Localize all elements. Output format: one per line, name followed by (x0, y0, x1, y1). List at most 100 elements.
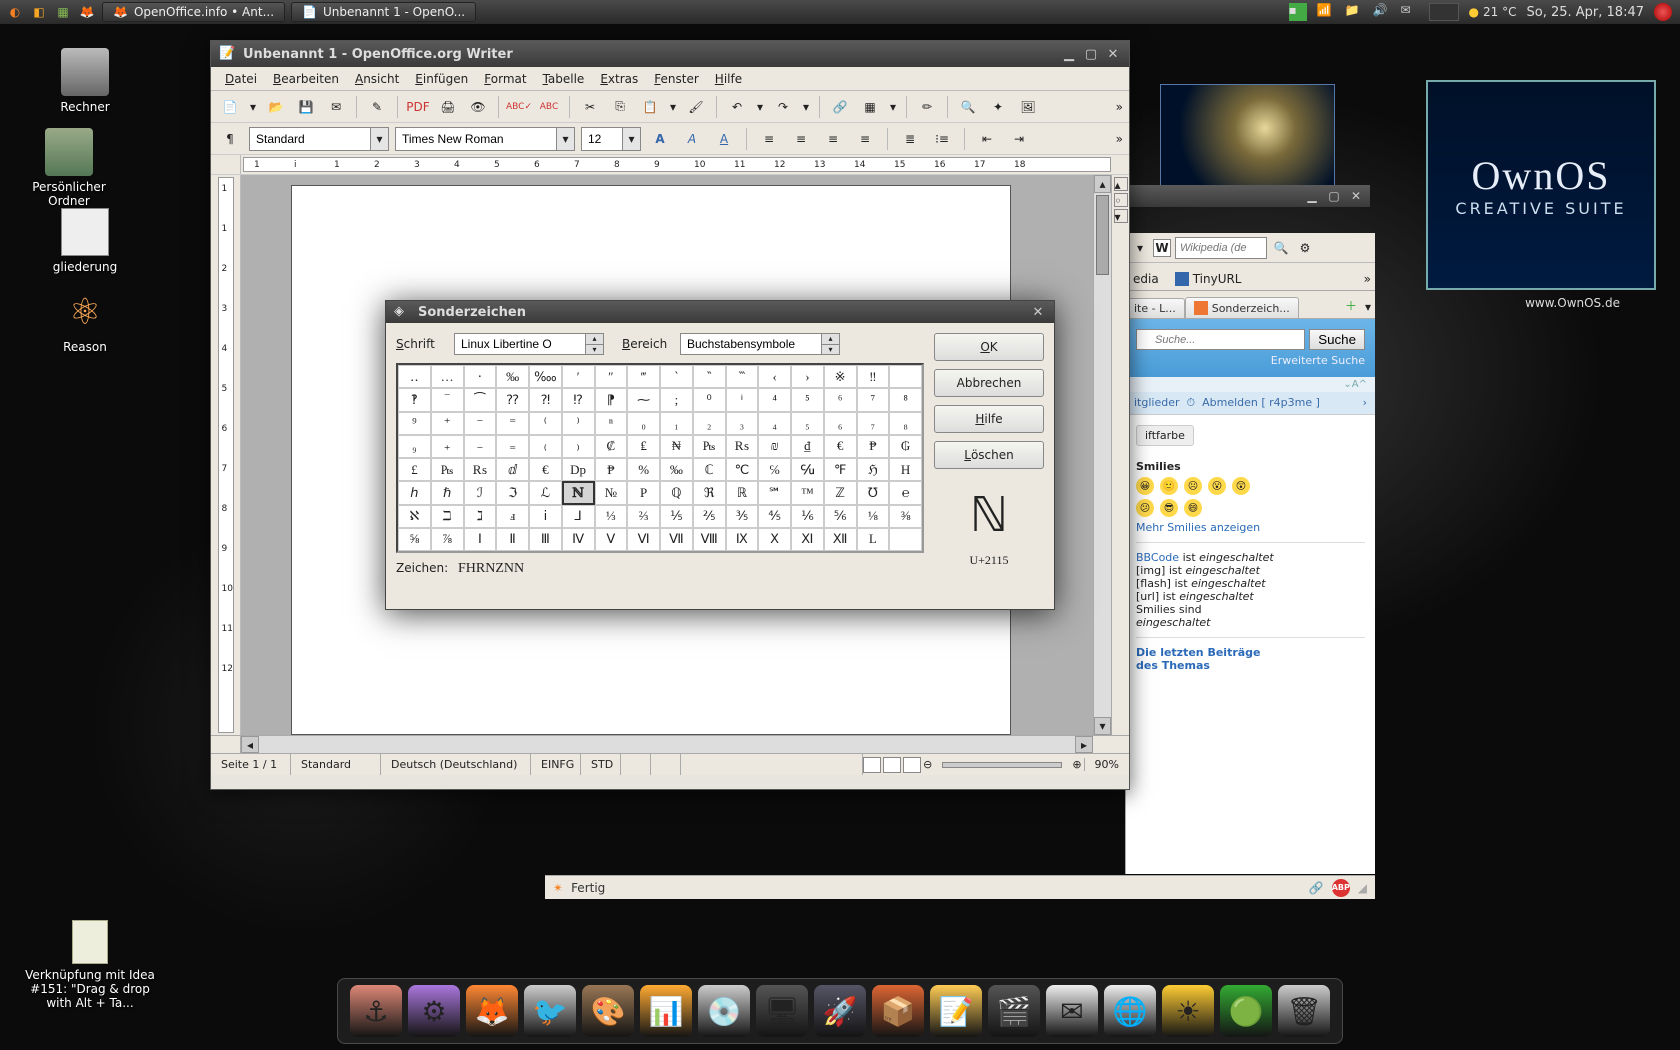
save-icon[interactable]: 💾 (293, 94, 319, 120)
menu-icon[interactable]: ⚙ (1295, 235, 1315, 261)
insert-mode[interactable]: EINFG (531, 754, 581, 775)
char-cell[interactable] (889, 365, 922, 388)
char-cell[interactable]: ⁻ (464, 412, 497, 435)
char-cell[interactable]: ℌ (857, 458, 890, 481)
advanced-search-link[interactable]: Erweiterte Suche (1136, 354, 1365, 367)
menu-ormat[interactable]: Format (478, 70, 532, 88)
desktop-icon-gliederung[interactable]: gliederung (30, 208, 140, 274)
char-cell[interactable]: Ⅳ (562, 528, 595, 551)
bookmark-item[interactable]: TinyURL (1167, 268, 1250, 290)
vertical-ruler[interactable]: 1123456789101112 (218, 177, 234, 733)
language[interactable]: Deutsch (Deutschland) (381, 754, 531, 775)
char-cell[interactable]: ₡ (595, 435, 628, 458)
chevron-icon[interactable]: » (1360, 268, 1375, 290)
char-cell[interactable]: ℅ (758, 458, 791, 481)
char-cell[interactable]: ⁋ (595, 388, 628, 411)
dock-trash-icon[interactable]: 🗑 (1278, 985, 1330, 1037)
mail-icon[interactable]: ✉ (1401, 3, 1419, 21)
char-cell[interactable]: ⅓ (595, 505, 628, 528)
paste-icon[interactable]: 📋 (637, 94, 663, 120)
char-cell[interactable]: ₍ (529, 435, 562, 458)
char-cell[interactable]: ℒ (529, 481, 562, 504)
char-cell[interactable]: % (627, 458, 660, 481)
dock-sun-icon[interactable]: ☀ (1162, 985, 1214, 1037)
align-center-icon[interactable]: ≡ (788, 126, 814, 152)
align-justify-icon[interactable]: ≡ (852, 126, 878, 152)
char-cell[interactable]: ₊ (431, 435, 464, 458)
char-cell[interactable]: ₫ (791, 435, 824, 458)
addon-icon[interactable]: 🔗 (1309, 881, 1324, 895)
modified-indicator[interactable] (621, 754, 651, 775)
char-cell[interactable]: Ⅺ (791, 528, 824, 551)
char-cell[interactable]: ₆ (824, 412, 857, 435)
new-doc-icon[interactable]: 📄 (217, 94, 243, 120)
dock-sphere-icon[interactable]: 🟢 (1220, 985, 1272, 1037)
char-cell[interactable]: ₁ (660, 412, 693, 435)
undo-icon[interactable]: ↶ (724, 94, 750, 120)
char-cell[interactable]: ⁷ (857, 388, 890, 411)
numbering-icon[interactable]: ≣ (897, 126, 923, 152)
close-icon[interactable]: ✕ (1030, 304, 1046, 320)
char-cell[interactable]: ℉ (824, 458, 857, 481)
char-cell[interactable]: № (595, 481, 628, 504)
find-icon[interactable]: 🔍 (955, 94, 981, 120)
char-cell[interactable]: ⁶ (824, 388, 857, 411)
char-cell[interactable]: ₱ (595, 458, 628, 481)
dock-globe-icon[interactable]: 🌐 (1104, 985, 1156, 1037)
subset-value[interactable] (681, 334, 821, 354)
dock-display-icon[interactable]: 🖥 (756, 985, 808, 1037)
browser-tab[interactable]: ite - L... (1125, 298, 1185, 318)
char-cell[interactable]: ″ (595, 365, 628, 388)
weather-applet[interactable]: ● 21 °C (1469, 5, 1517, 19)
char-cell[interactable]: ℤ (824, 481, 857, 504)
char-cell[interactable]: ⅔ (627, 505, 660, 528)
char-cell[interactable]: ℑ (496, 481, 529, 504)
char-cell[interactable]: ⁼ (496, 412, 529, 435)
char-cell[interactable]: ‧ (464, 365, 497, 388)
char-cell[interactable]: ₀ (627, 412, 660, 435)
scroll-left-icon[interactable]: ◂ (241, 736, 259, 753)
char-cell[interactable]: ℝ (726, 481, 759, 504)
bullets-icon[interactable]: ⁝≡ (929, 126, 955, 152)
char-cell[interactable]: ⅕ (660, 505, 693, 528)
char-cell[interactable]: ‹ (758, 365, 791, 388)
smiley-shock-icon[interactable]: 😲 (1232, 477, 1250, 495)
italic-icon[interactable]: A (679, 126, 705, 152)
char-cell[interactable]: ₨ (464, 458, 497, 481)
dock-disc-icon[interactable]: 💿 (698, 985, 750, 1037)
char-cell[interactable]: Ⅻ (824, 528, 857, 551)
char-cell[interactable]: L (857, 528, 890, 551)
signature-indicator[interactable] (651, 754, 681, 775)
char-cell[interactable]: ‵ (660, 365, 693, 388)
page-style[interactable]: Standard (291, 754, 381, 775)
redo-icon[interactable]: ↷ (770, 94, 796, 120)
zoom-slider[interactable] (942, 762, 1062, 768)
char-cell[interactable]: ₅ (791, 412, 824, 435)
char-cell[interactable]: ⁴ (758, 388, 791, 411)
char-cell[interactable]: ⁇ (496, 388, 529, 411)
search-icon[interactable]: 🔍 (1271, 235, 1291, 261)
styles-icon[interactable]: ¶ (217, 126, 243, 152)
char-cell[interactable]: ℆ (791, 458, 824, 481)
char-cell[interactable]: ℕ (562, 481, 595, 504)
char-cell[interactable]: Ⅹ (758, 528, 791, 551)
char-cell[interactable]: ⁾ (562, 412, 595, 435)
clock[interactable]: So, 25. Apr, 18:47 (1527, 5, 1645, 20)
book-view-icon[interactable] (903, 757, 921, 773)
char-cell[interactable]: ₄ (758, 412, 791, 435)
char-cell[interactable]: ℜ (693, 481, 726, 504)
char-cell[interactable]: ⁽ (529, 412, 562, 435)
char-cell[interactable]: € (529, 458, 562, 481)
dropdown-icon[interactable]: ▾ (667, 100, 679, 114)
char-cell[interactable]: ⅙ (791, 505, 824, 528)
char-cell[interactable]: ₈ (889, 412, 922, 435)
char-cell[interactable]: ₉ (398, 435, 431, 458)
writer-titlebar[interactable]: 📝 Unbenannt 1 - OpenOffice.org Writer ▁ … (211, 41, 1129, 67)
char-cell[interactable]: Ⅷ (693, 528, 726, 551)
char-cell[interactable]: › (791, 365, 824, 388)
char-cell[interactable]: ₋ (464, 435, 497, 458)
taskbar-item-openoffice-info[interactable]: 🦊 OpenOffice.info • Ant... (102, 2, 285, 22)
format-paintbrush-icon[interactable]: 🖌 (683, 94, 709, 120)
char-cell[interactable]: ‷ (726, 365, 759, 388)
resize-grip-icon[interactable]: ◢ (1358, 881, 1367, 895)
